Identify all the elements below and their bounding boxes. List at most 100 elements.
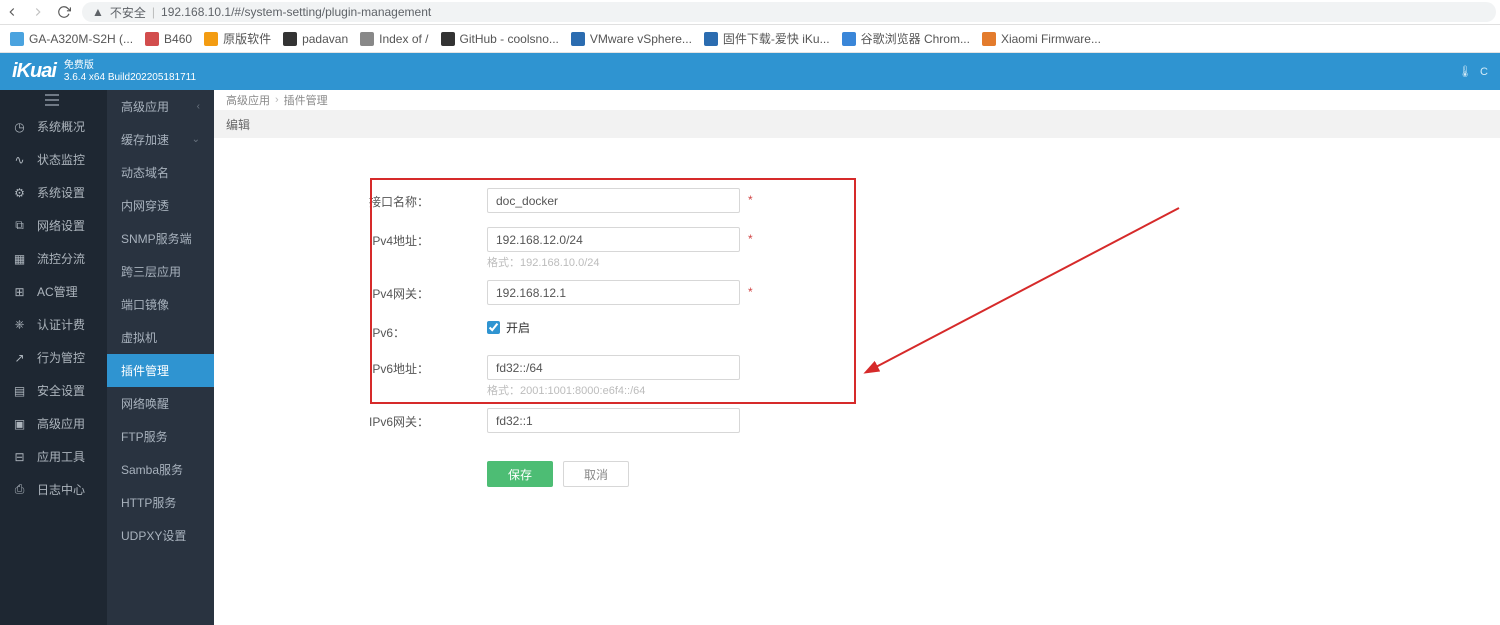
sidebar-primary-item[interactable]: ⊞AC管理 [0,275,107,308]
sidebar-item-label: 状态监控 [37,151,85,168]
chevron-left-icon: ‹ [197,101,200,112]
sidebar-primary-item[interactable]: ▣高级应用 [0,407,107,440]
sidebar-item-icon: ▣ [12,416,27,431]
sidebar-primary-item[interactable]: ▦流控分流 [0,242,107,275]
bookmark-item[interactable]: B460 [145,32,192,46]
sidebar-secondary-item[interactable]: 动态域名 [107,156,214,189]
chevron-down-icon: ⌄ [192,134,200,145]
sidebar-item-icon: ↗ [12,350,27,365]
sidebar-item-icon: ▤ [12,383,27,398]
bookmark-label: 固件下载-爱快 iKu... [723,30,830,47]
sidebar-primary-item[interactable]: ⧉ 网络设置 [0,209,107,242]
sidebar-item-label: Samba服务 [121,461,183,478]
sidebar-secondary-item[interactable]: HTTP服务 [107,486,214,519]
ipv4-input[interactable] [487,227,740,252]
sidebar-item-label: 安全设置 [37,382,85,399]
bookmark-item[interactable]: Index of / [360,32,428,46]
bookmark-favicon [704,32,718,46]
sidebar-secondary-item[interactable]: 跨三层应用 [107,255,214,288]
forward-button[interactable] [30,4,46,20]
sidebar-item-label: 端口镜像 [121,296,169,313]
sidebar-primary: ◷系统概况 ∿ 状态监控 ⚙系统设置 ⧉ 网络设置 ▦流控分流⊞AC管理 ⎈ 认证计费 ↗行为管控… [0,90,107,625]
sidebar-secondary-item[interactable]: 虚拟机 [107,321,214,354]
ipv6-checkbox[interactable] [487,321,500,334]
bookmarks-bar: GA-A320M-S2H (... B460 原版软件 padavan Index of… [0,25,1500,53]
sidebar-primary-item[interactable]: ∿ 状态监控 [0,143,107,176]
sidebar-item-icon: ⧉ [12,218,27,233]
sidebar-secondary-item[interactable]: UDPXY设置 [107,519,214,552]
sidebar-secondary-item[interactable]: Samba服务 [107,453,214,486]
sidebar-item-label: 网络唤醒 [121,395,169,412]
sidebar-primary-item[interactable]: ◷系统概况 [0,110,107,143]
bookmark-item[interactable]: padavan [283,32,348,46]
sidebar-item-icon: ⊟ [12,449,27,464]
sidebar-primary-item[interactable]: ⎙日志中心 [0,473,107,506]
save-button[interactable]: 保存 [487,461,553,487]
url-prefix: 不安全 [110,4,146,21]
sidebar-item-icon: ⎈ [12,317,27,332]
sidebar-secondary-header[interactable]: 高级应用 ‹ [107,90,214,123]
required-mark: * [748,227,753,246]
sidebar-item-icon: ∿ [12,152,27,167]
breadcrumb: 高级应用 › 插件管理 [214,90,1500,110]
breadcrumb-b[interactable]: 插件管理 [284,92,328,108]
menu-toggle-icon[interactable] [0,90,107,110]
bookmark-label: padavan [302,32,348,46]
app-header: iKuai 免费版 3.6.4 x64 Build202205181711 🌡 … [0,53,1500,90]
bookmark-favicon [982,32,996,46]
subheader: 编辑 [214,110,1500,138]
insecure-icon: ▲ [92,5,104,19]
ipv6addr-input[interactable] [487,355,740,380]
bookmark-label: 原版软件 [223,30,271,47]
label-ipv6: IPv6： [369,319,487,341]
sidebar-primary-item[interactable]: ▤ 安全设置 [0,374,107,407]
bookmark-label: Index of / [379,32,428,46]
cancel-button[interactable]: 取消 [563,461,629,487]
sidebar-primary-item[interactable]: ⊟应用工具 [0,440,107,473]
sidebar-secondary-item[interactable]: FTP服务 [107,420,214,453]
url-bar[interactable]: ▲ 不安全 | 192.168.10.1/#/system-setting/pl… [82,2,1496,22]
sidebar-secondary-item[interactable]: 插件管理 [107,354,214,387]
sidebar-primary-item[interactable]: ⎈ 认证计费 [0,308,107,341]
bookmark-item[interactable]: GitHub - coolsno... [441,32,559,46]
label-ipv4: IPv4地址： [369,227,487,249]
label-ipv4gw: IPv4网关： [369,280,487,302]
reload-button[interactable] [56,4,72,20]
bookmark-label: GitHub - coolsno... [460,32,559,46]
sidebar-item-label: 网络设置 [37,217,85,234]
bookmark-item[interactable]: 谷歌浏览器 Chrom... [842,30,970,47]
sidebar-secondary-item[interactable]: SNMP服务端 [107,222,214,255]
sidebar-secondary-item[interactable]: 缓存加速⌄ [107,123,214,156]
back-button[interactable] [4,4,20,20]
sidebar-primary-item[interactable]: ↗行为管控 [0,341,107,374]
bookmark-label: 谷歌浏览器 Chrom... [861,30,970,47]
sidebar-primary-item[interactable]: ⚙系统设置 [0,176,107,209]
bookmark-item[interactable]: VMware vSphere... [571,32,692,46]
sidebar-item-label: FTP服务 [121,428,168,445]
edition-label: 免费版 [64,60,196,72]
sidebar-item-label: 插件管理 [121,362,169,379]
ipv6gw-input[interactable] [487,408,740,433]
ipv4gw-input[interactable] [487,280,740,305]
sidebar-secondary-item[interactable]: 端口镜像 [107,288,214,321]
label-ipv6addr: IPv6地址： [369,355,487,377]
iface-input[interactable] [487,188,740,213]
sidebar-secondary-item[interactable]: 网络唤醒 [107,387,214,420]
sidebar-item-label: 系统设置 [37,184,85,201]
sidebar-item-label: 跨三层应用 [121,263,181,280]
ipv6-hint: 格式：2001:1001:8000:e6f4::/64 [487,382,1500,398]
sidebar-item-label: 系统概况 [37,118,85,135]
sidebar-item-label: 认证计费 [37,316,85,333]
sidebar-secondary-item[interactable]: 内网穿透 [107,189,214,222]
label-iface: 接口名称： [369,188,487,210]
breadcrumb-a[interactable]: 高级应用 [226,92,270,108]
bookmark-item[interactable]: 固件下载-爱快 iKu... [704,30,830,47]
sidebar-item-icon: ▦ [12,251,27,266]
header-letter: C [1480,66,1488,78]
ipv4-hint: 格式：192.168.10.0/24 [487,254,1500,270]
build-label: 3.6.4 x64 Build202205181711 [64,72,196,84]
bookmark-item[interactable]: GA-A320M-S2H (... [10,32,133,46]
sidebar-item-label: 动态域名 [121,164,169,181]
bookmark-item[interactable]: Xiaomi Firmware... [982,32,1101,46]
bookmark-item[interactable]: 原版软件 [204,30,271,47]
